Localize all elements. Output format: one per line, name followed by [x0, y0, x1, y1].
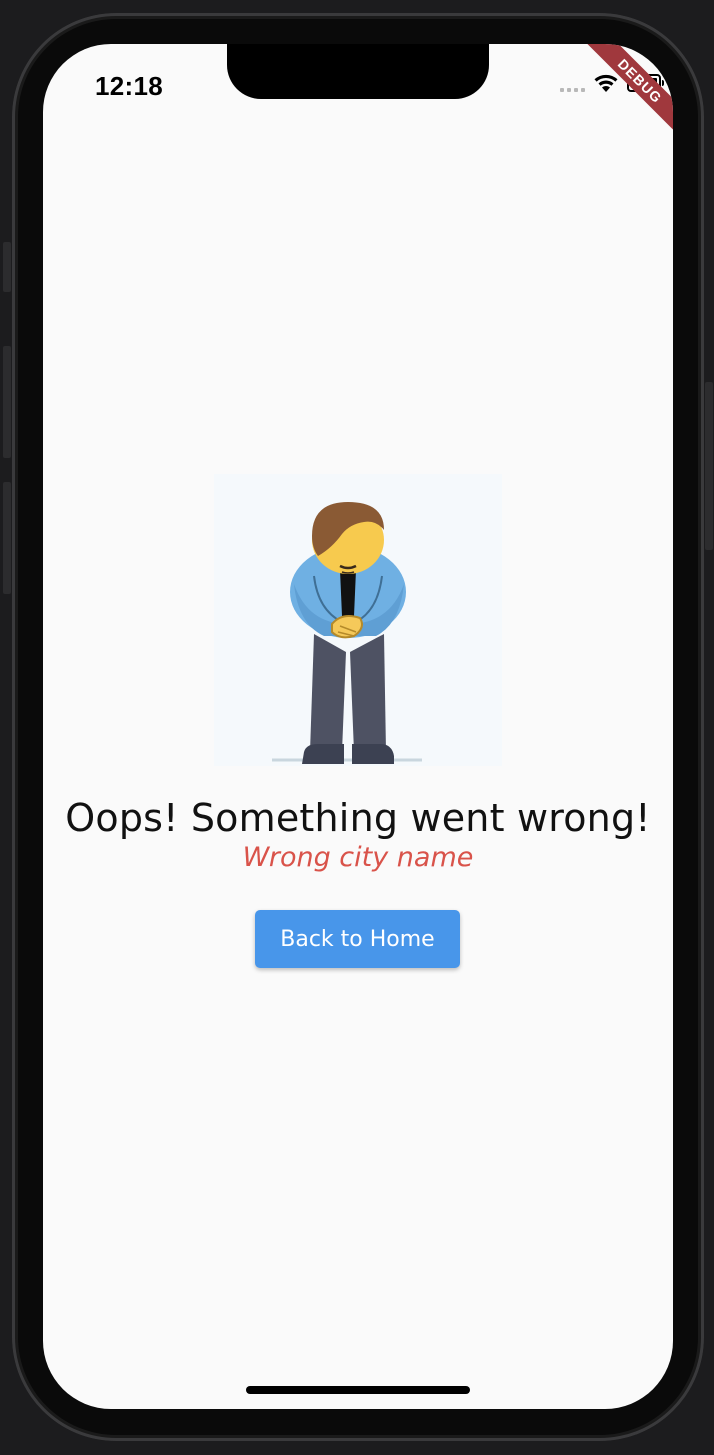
device-action-button: [3, 242, 11, 292]
home-indicator[interactable]: [246, 1386, 470, 1394]
error-title: Oops! Something went wrong!: [65, 796, 651, 840]
back-to-home-button[interactable]: Back to Home: [255, 910, 460, 968]
device-notch: [227, 44, 489, 99]
error-message: Wrong city name: [242, 842, 474, 873]
device-power-button: [705, 382, 713, 550]
device-volume-up-button: [3, 346, 11, 458]
signal-dots-icon: [560, 74, 585, 92]
status-time: 12:18: [95, 71, 163, 101]
wifi-icon: [594, 74, 618, 92]
bowing-man-illustration: [214, 474, 502, 766]
device-volume-down-button: [3, 482, 11, 594]
app-screen: 12:18 DEBUG Oops! Something went wrong! …: [43, 44, 673, 1409]
